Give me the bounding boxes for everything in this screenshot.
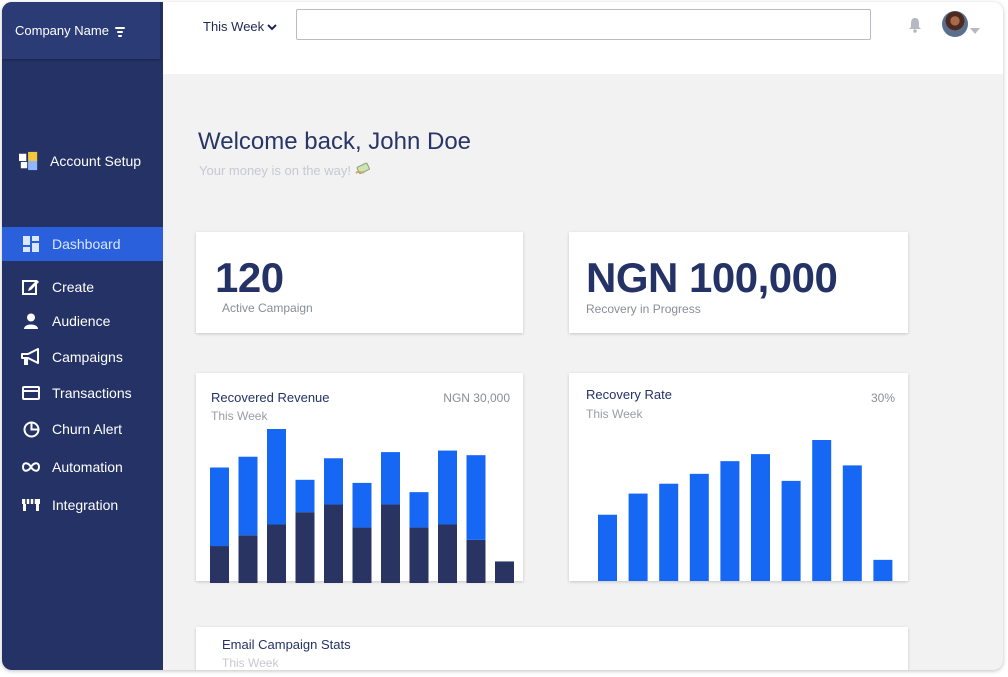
period-label: This Week xyxy=(203,19,265,34)
period-dropdown[interactable]: This Week xyxy=(203,19,277,34)
account-setup-link[interactable]: Account Setup xyxy=(19,151,142,171)
active-campaign-label: Active Campaign xyxy=(222,301,313,315)
company-name: Company Name xyxy=(15,23,109,38)
card-icon xyxy=(21,384,41,402)
chart-bar xyxy=(751,454,770,581)
chart-bar xyxy=(238,535,258,583)
sidebar: Company Name Account Setup Dashboard Cre… xyxy=(2,2,163,670)
sidebar-item-campaigns[interactable]: Campaigns xyxy=(2,340,163,374)
sidebar-item-label: Campaigns xyxy=(52,349,123,365)
dashboard-icon xyxy=(21,235,41,253)
chevron-down-icon xyxy=(267,19,277,34)
sidebar-item-label: Transactions xyxy=(52,385,132,401)
chart-bar xyxy=(659,483,679,581)
sidebar-item-create[interactable]: Create xyxy=(2,270,163,304)
sidebar-item-automation[interactable]: Automation xyxy=(2,450,163,484)
chart-bar xyxy=(466,455,486,540)
chart-bar xyxy=(812,440,832,581)
email-stats-title: Email Campaign Stats xyxy=(222,637,351,652)
edit-icon xyxy=(21,278,41,296)
chart-bar xyxy=(352,482,372,528)
recovery-rate-period: This Week xyxy=(586,407,643,421)
sidebar-item-dashboard[interactable]: Dashboard xyxy=(2,227,163,261)
search-input[interactable] xyxy=(296,9,871,40)
sidebar-item-audience[interactable]: Audience xyxy=(2,304,163,338)
chart-bar xyxy=(873,559,893,581)
megaphone-icon xyxy=(21,348,41,366)
chart-bar xyxy=(720,461,740,581)
chart-bar xyxy=(324,504,343,583)
app-window: Company Name Account Setup Dashboard Cre… xyxy=(2,2,1003,670)
money-wings-icon xyxy=(354,161,372,180)
recovery-label: Recovery in Progress xyxy=(586,302,701,316)
chart-bar xyxy=(628,493,648,581)
active-campaign-card: 120 Active Campaign xyxy=(196,232,523,333)
recovery-value: NGN 100,000 xyxy=(586,254,838,301)
chart-bar xyxy=(495,561,514,583)
chart-bar xyxy=(689,473,709,581)
avatar[interactable] xyxy=(942,11,968,37)
pie-chart-icon xyxy=(21,420,41,438)
setup-blocks-icon xyxy=(19,151,39,171)
sidebar-item-transactions[interactable]: Transactions xyxy=(2,376,163,410)
subtitle-text: Your money is on the way! xyxy=(199,163,351,178)
account-setup-label: Account Setup xyxy=(50,153,142,169)
welcome-subtitle: Your money is on the way! xyxy=(199,161,372,180)
email-stats-period: This Week xyxy=(222,656,279,670)
chart-bar xyxy=(781,480,801,581)
chart-bar xyxy=(324,458,343,505)
chart-bar xyxy=(267,524,286,583)
recovery-rate-card: Recovery Rate This Week 30% xyxy=(569,373,908,581)
active-campaign-value: 120 xyxy=(215,254,284,301)
email-campaign-stats-card: Email Campaign Stats This Week xyxy=(196,627,908,670)
page-title: Welcome back, John Doe xyxy=(198,128,472,155)
recovered-revenue-value: NGN 30,000 xyxy=(443,391,510,405)
sidebar-item-label: Integration xyxy=(52,497,119,513)
chart-bar xyxy=(238,456,258,536)
sidebar-item-label: Audience xyxy=(52,313,111,329)
chart-bar xyxy=(842,465,862,581)
chart-bar xyxy=(598,514,617,581)
filter-icon xyxy=(114,26,125,37)
chart-bar xyxy=(352,527,372,583)
chart-bar xyxy=(267,429,286,525)
sidebar-item-integration[interactable]: Integration xyxy=(2,488,163,522)
recovered-revenue-period: This Week xyxy=(211,409,268,423)
top-bar: This Week xyxy=(163,2,1003,74)
recovery-rate-chart xyxy=(598,440,893,581)
sidebar-item-churn-alert[interactable]: Churn Alert xyxy=(2,412,163,446)
chart-bar xyxy=(210,546,229,583)
recovered-revenue-title: Recovered Revenue xyxy=(211,390,330,405)
caret-down-icon[interactable] xyxy=(970,21,980,39)
recovery-card: NGN 100,000 Recovery in Progress xyxy=(569,232,908,333)
chart-bar xyxy=(381,504,400,583)
store-icon xyxy=(21,496,41,514)
chart-bar xyxy=(409,527,429,583)
company-switcher[interactable]: Company Name xyxy=(2,2,160,59)
sidebar-item-label: Churn Alert xyxy=(52,421,123,437)
chart-bar xyxy=(409,492,429,528)
sidebar-item-label: Automation xyxy=(52,459,123,475)
recovery-rate-title: Recovery Rate xyxy=(586,387,672,402)
sidebar-item-label: Create xyxy=(52,279,95,295)
recovered-revenue-chart xyxy=(210,429,514,583)
chart-bar xyxy=(210,467,229,547)
person-icon xyxy=(21,312,41,330)
recovery-rate-value: 30% xyxy=(870,391,895,405)
sidebar-item-label: Dashboard xyxy=(52,236,121,252)
chart-bar xyxy=(295,479,315,513)
chart-bar xyxy=(295,512,315,583)
bell-icon[interactable] xyxy=(908,17,922,38)
chart-bar xyxy=(381,452,400,505)
chart-bar xyxy=(438,450,457,525)
chart-bar xyxy=(438,524,457,583)
recovered-revenue-card: Recovered Revenue This Week NGN 30,000 xyxy=(196,373,523,583)
chart-bar xyxy=(466,539,486,583)
infinity-icon xyxy=(21,458,41,476)
